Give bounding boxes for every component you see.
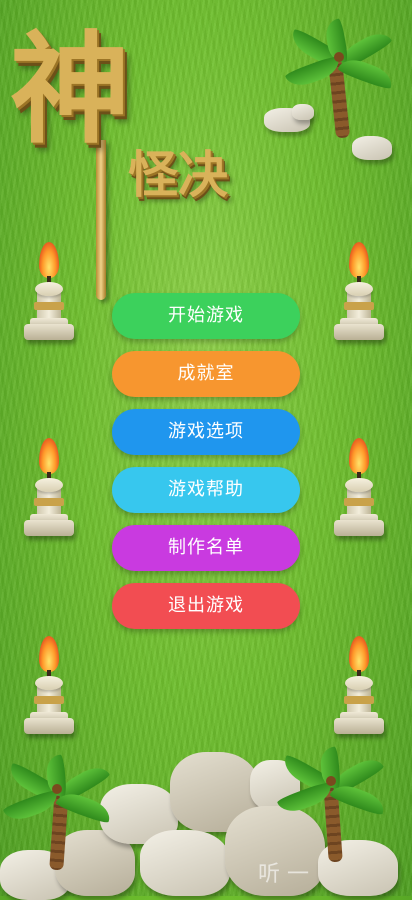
torch-pillar-icon bbox=[22, 636, 76, 746]
torch-pillar-icon bbox=[332, 438, 386, 548]
game-title-main: 神 bbox=[10, 19, 130, 160]
main-menu: 开始游戏 成就室 游戏选项 游戏帮助 制作名单 退出游戏 bbox=[112, 293, 300, 641]
game-title-sub: 怪决 bbox=[128, 145, 228, 204]
palm-tree-bottom-left bbox=[2, 754, 118, 871]
exit-game-button[interactable]: 退出游戏 bbox=[112, 583, 300, 629]
credits-button[interactable]: 制作名单 bbox=[112, 525, 300, 571]
watermark: 听 一 bbox=[258, 862, 309, 887]
torch-pillar-icon bbox=[22, 242, 76, 352]
rock bbox=[140, 830, 230, 896]
title-stem-decoration bbox=[96, 140, 106, 300]
achievements-button[interactable]: 成就室 bbox=[112, 351, 300, 397]
game-help-button[interactable]: 游戏帮助 bbox=[112, 467, 300, 513]
palm-tree-bottom-right bbox=[276, 746, 400, 863]
game-options-button[interactable]: 游戏选项 bbox=[112, 409, 300, 455]
torch-pillar-icon bbox=[22, 438, 76, 548]
torch-pillar-icon bbox=[332, 242, 386, 352]
torch-pillar-icon bbox=[332, 636, 386, 746]
palm-tree-top-right bbox=[284, 18, 406, 148]
start-game-button[interactable]: 开始游戏 bbox=[112, 293, 300, 339]
rock bbox=[352, 136, 392, 160]
rock bbox=[292, 104, 314, 120]
